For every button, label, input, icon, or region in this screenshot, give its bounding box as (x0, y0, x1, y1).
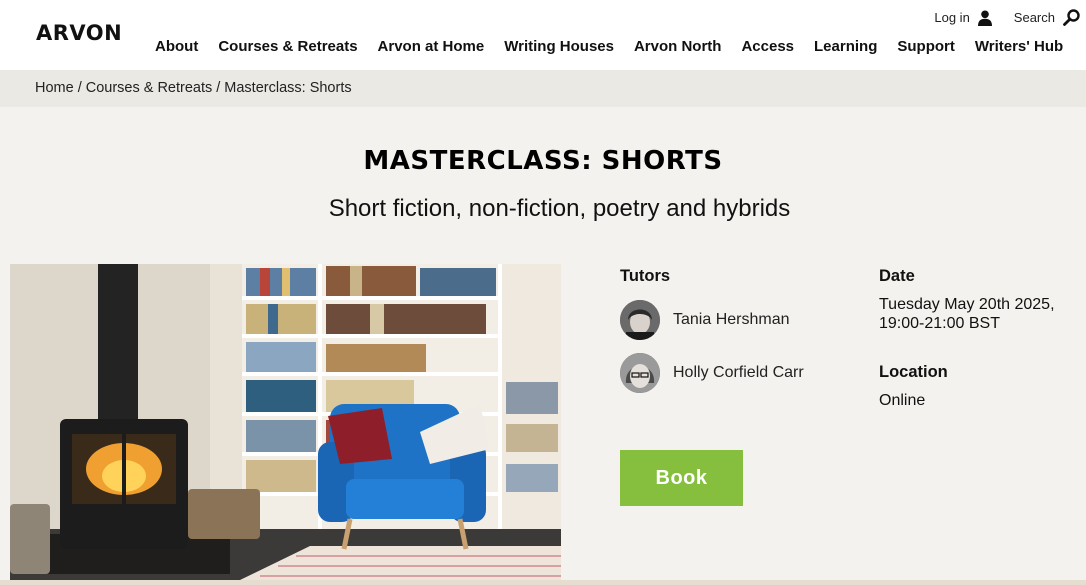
page-subtitle: Short fiction, non-fiction, poetry and h… (328, 195, 791, 222)
login-label: Log in (934, 10, 970, 25)
section-divider (0, 580, 1086, 585)
search-link[interactable]: Search (1014, 9, 1080, 26)
nav-support[interactable]: Support (897, 38, 955, 55)
date-value: Tuesday May 20th 2025, 19:00-21:00 BST (879, 295, 1055, 333)
date-line: Tuesday May 20th 2025, (879, 296, 1055, 313)
tutors-heading: Tutors (620, 267, 671, 285)
book-button[interactable]: Book (620, 450, 743, 506)
search-icon (1063, 9, 1080, 26)
location-heading: Location (879, 363, 948, 381)
nav-writers-hub[interactable]: Writers' Hub (975, 38, 1063, 55)
tutor-avatar (620, 353, 660, 393)
nav-access[interactable]: Access (741, 38, 794, 55)
time-line: 19:00-21:00 BST (879, 315, 1000, 332)
nav-courses-retreats[interactable]: Courses & Retreats (218, 38, 357, 55)
nav-arvon-north[interactable]: Arvon North (634, 38, 722, 55)
tutor-avatar (620, 300, 660, 340)
tutor-name: Holly Corfield Carr (673, 364, 804, 381)
tutor-name: Tania Hershman (673, 311, 790, 328)
main-nav: About Courses & Retreats Arvon at Home W… (155, 38, 1083, 55)
date-heading: Date (879, 267, 915, 285)
breadcrumb-courses[interactable]: Courses & Retreats (86, 80, 213, 96)
site-header: ARVON Log in Search About Courses & Retr… (0, 0, 1086, 70)
tutor-holly-corfield-carr[interactable]: Holly Corfield Carr (620, 353, 804, 393)
nav-about[interactable]: About (155, 38, 198, 55)
breadcrumb-separator: / (77, 80, 82, 96)
page-title: MASTERCLASS: SHORTS (363, 146, 723, 176)
nav-writing-houses[interactable]: Writing Houses (504, 38, 614, 55)
course-hero-image (10, 264, 561, 580)
tutor-tania-hershman[interactable]: Tania Hershman (620, 300, 790, 340)
user-icon (977, 10, 992, 26)
login-link[interactable]: Log in (934, 10, 992, 26)
breadcrumb-current: Masterclass: Shorts (224, 80, 352, 96)
breadcrumb-separator: / (216, 80, 221, 96)
breadcrumb: Home / Courses & Retreats / Masterclass: Sho… (0, 70, 1086, 107)
search-label: Search (1013, 10, 1055, 25)
location-value: Online (879, 392, 926, 409)
nav-arvon-at-home[interactable]: Arvon at Home (378, 38, 485, 55)
breadcrumb-home[interactable]: Home (35, 80, 74, 96)
utility-bar: Log in Search (934, 9, 1080, 26)
nav-learning[interactable]: Learning (814, 38, 877, 55)
arvon-logo[interactable]: ARVON (36, 21, 122, 45)
